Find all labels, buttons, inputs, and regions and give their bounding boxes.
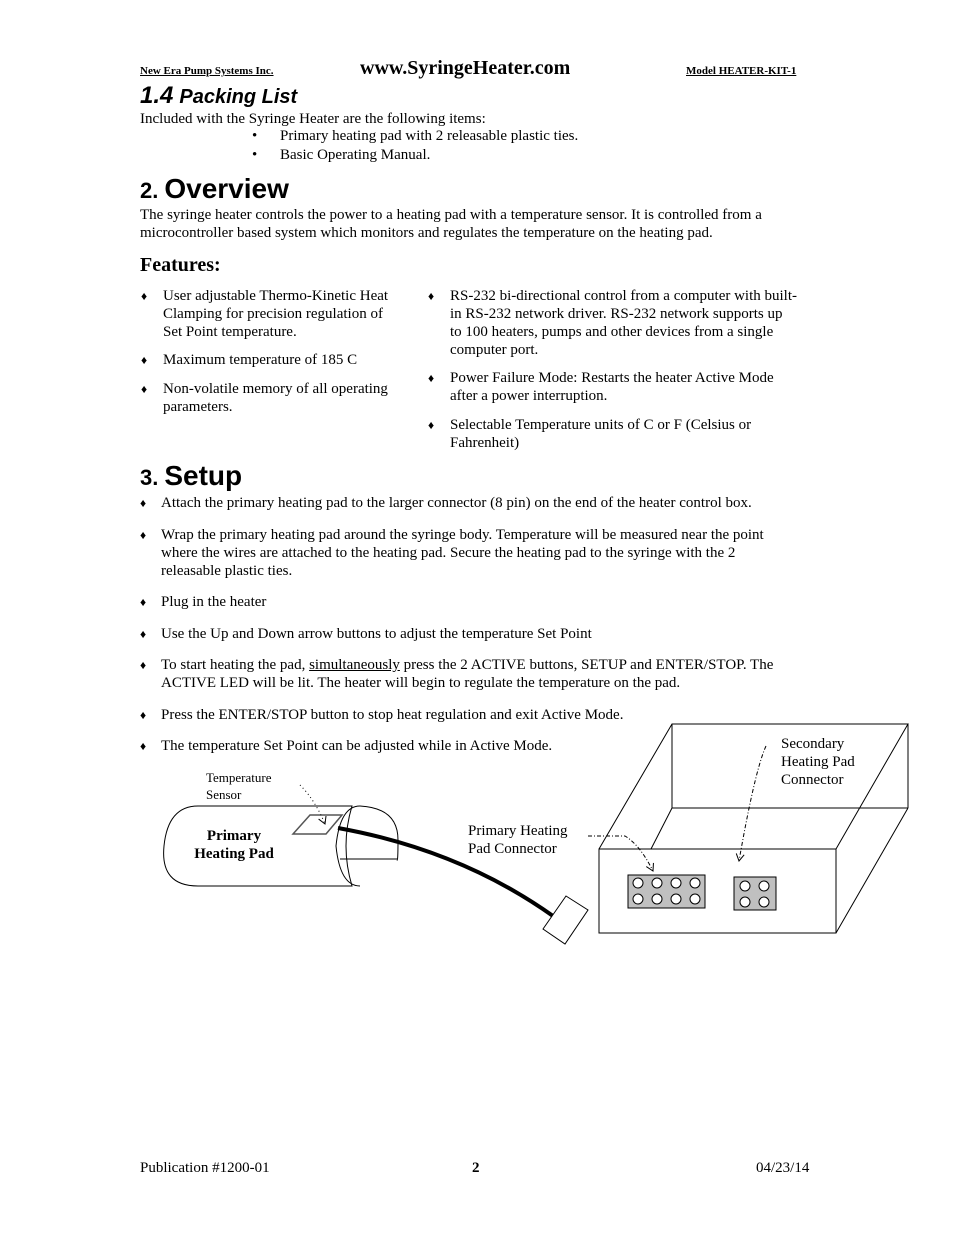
label-line: Heating Pad bbox=[194, 846, 274, 862]
label-line: Secondary bbox=[781, 736, 845, 752]
secondary-connector-pointer-arrow bbox=[735, 745, 767, 862]
connector-pin bbox=[651, 877, 663, 889]
connector-pin bbox=[689, 893, 701, 905]
label-line: Primary bbox=[206, 828, 262, 844]
connector-pin bbox=[632, 893, 644, 905]
connector-pin bbox=[739, 896, 751, 908]
label-line: Pad Connector bbox=[468, 841, 557, 857]
footer-page-number: 2 bbox=[472, 1160, 480, 1176]
label-line: Connector bbox=[781, 772, 844, 788]
connector-pin bbox=[670, 893, 682, 905]
temperature-sensor-label: Temperature Sensor bbox=[206, 769, 272, 803]
connector-pin bbox=[758, 880, 770, 892]
heater-setup-diagram bbox=[163, 723, 909, 945]
secondary-connector-label: Secondary Heating Pad Connector bbox=[781, 735, 855, 789]
primary-connector-label: Primary Heating Pad Connector bbox=[468, 822, 568, 858]
primary-heating-pad-label: Primary Heating Pad bbox=[184, 827, 284, 863]
secondary-connector-4-pin bbox=[733, 876, 777, 911]
primary-connector-8-pin bbox=[627, 874, 706, 909]
connector-pin bbox=[632, 877, 644, 889]
connector-pin bbox=[670, 877, 682, 889]
label-line: Sensor bbox=[206, 787, 242, 802]
connector-pin bbox=[651, 893, 663, 905]
label-line: Heating Pad bbox=[781, 754, 855, 770]
connector-pin bbox=[689, 877, 701, 889]
connector-pin bbox=[758, 896, 770, 908]
cable-plug-shape bbox=[542, 895, 589, 945]
footer-date: 04/23/14 bbox=[756, 1160, 810, 1176]
label-line: Primary Heating bbox=[468, 823, 568, 839]
footer-publication: Publication #1200-01 bbox=[140, 1160, 270, 1176]
connector-pin bbox=[739, 880, 751, 892]
label-line: Temperature bbox=[206, 770, 272, 785]
